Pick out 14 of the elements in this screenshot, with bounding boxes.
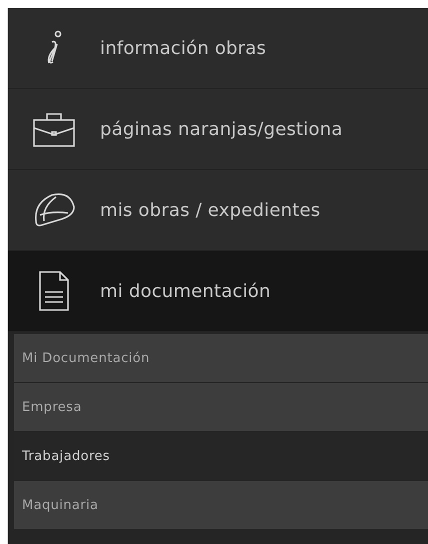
submenu-item[interactable]: Maquinaria: [14, 481, 428, 529]
menu-item[interactable]: mi documentación: [8, 251, 428, 332]
menu-item[interactable]: mis obras / expedientes: [8, 170, 428, 251]
submenu-item[interactable]: Mi Documentación: [14, 334, 428, 382]
menu-item[interactable]: páginas naranjas/gestiona: [8, 89, 428, 170]
menu-item-label: mis obras / expedientes: [100, 200, 320, 220]
helmet-icon: [32, 191, 76, 229]
document-icon: [38, 270, 70, 312]
menu-item-label: mi documentación: [100, 280, 271, 302]
briefcase-icon: [32, 110, 76, 148]
menu-item-label: páginas naranjas/gestiona: [100, 118, 343, 140]
menu-item[interactable]: información obras: [8, 8, 428, 89]
menu-item-label: información obras: [100, 38, 266, 58]
submenu-item[interactable]: Empresa: [14, 383, 428, 431]
